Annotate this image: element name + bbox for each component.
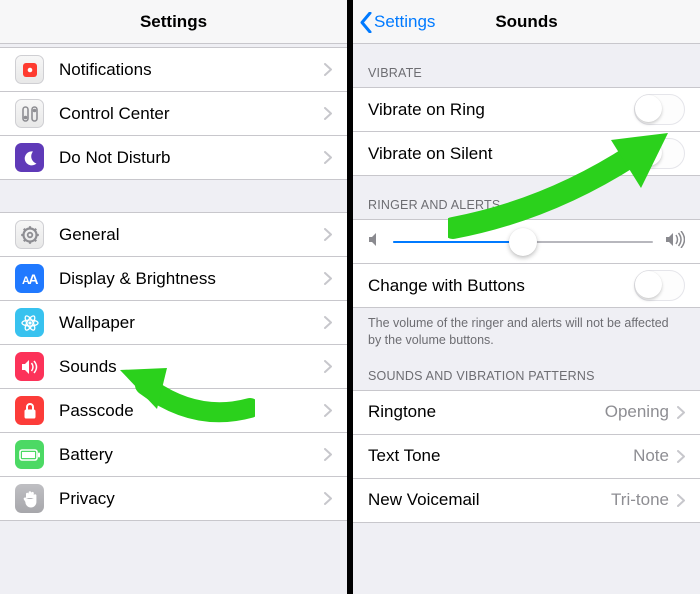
group-header-ringer: Ringer and Alerts	[353, 176, 700, 219]
row-value: Opening	[605, 402, 669, 422]
row-label: Sounds	[59, 357, 324, 377]
row-text-tone[interactable]: Text ToneNote	[353, 435, 700, 479]
nav-title: Settings	[140, 12, 207, 32]
chevron-right-icon	[677, 406, 685, 419]
nav-back-button[interactable]: Settings	[359, 0, 435, 44]
settings-row-battery[interactable]: Battery	[0, 433, 347, 477]
row-vibrate-on-ring[interactable]: Vibrate on Ring	[353, 88, 700, 132]
ringer-footer-note: The volume of the ringer and alerts will…	[353, 308, 700, 357]
settings-group-1: Notifications Control Center Do Not Distur…	[0, 47, 347, 180]
nav-back-label: Settings	[374, 12, 435, 32]
chevron-right-icon	[324, 316, 332, 329]
AA-icon: AA	[15, 264, 44, 293]
battery-icon	[15, 440, 44, 469]
row-label: Vibrate on Silent	[368, 144, 634, 164]
row-label: New Voicemail	[368, 490, 611, 510]
row-label: Display & Brightness	[59, 269, 324, 289]
hand-icon	[15, 484, 44, 513]
row-ringtone[interactable]: RingtoneOpening	[353, 391, 700, 435]
change-with-buttons-toggle[interactable]	[634, 270, 685, 301]
group-header-patterns: Sounds and Vibration Patterns	[353, 357, 700, 390]
vibrate-group: Vibrate on Ring Vibrate on Silent	[353, 87, 700, 176]
moon-icon	[15, 143, 44, 172]
toggle-vibrate-on-silent[interactable]	[634, 138, 685, 169]
chevron-right-icon	[324, 448, 332, 461]
chevron-right-icon	[324, 360, 332, 373]
row-new-voicemail[interactable]: New VoicemailTri-tone	[353, 479, 700, 523]
row-label: Privacy	[59, 489, 324, 509]
settings-row-display-brightness[interactable]: AA Display & Brightness	[0, 257, 347, 301]
chevron-right-icon	[324, 63, 332, 76]
chevron-right-icon	[324, 228, 332, 241]
row-label: Notifications	[59, 60, 324, 80]
volume-slider[interactable]	[393, 241, 653, 243]
speaker-icon	[15, 352, 44, 381]
row-label: Ringtone	[368, 402, 605, 422]
chevron-right-icon	[677, 450, 685, 463]
sounds-pane: Settings Sounds Vibrate Vibrate on RingV…	[353, 0, 700, 594]
nav-header: Settings	[0, 0, 347, 44]
row-value: Note	[633, 446, 669, 466]
settings-row-wallpaper[interactable]: Wallpaper	[0, 301, 347, 345]
volume-slider-row	[353, 220, 700, 264]
notifications-icon	[15, 55, 44, 84]
settings-row-passcode[interactable]: Passcode	[0, 389, 347, 433]
settings-row-control-center[interactable]: Control Center	[0, 92, 347, 136]
gear-icon	[15, 220, 44, 249]
chevron-right-icon	[324, 272, 332, 285]
speaker-high-icon	[665, 231, 685, 253]
chevron-right-icon	[324, 107, 332, 120]
slider-thumb[interactable]	[509, 228, 537, 256]
change-with-buttons-row[interactable]: Change with Buttons	[353, 264, 700, 308]
settings-row-privacy[interactable]: Privacy	[0, 477, 347, 521]
row-label: Text Tone	[368, 446, 633, 466]
chevron-right-icon	[324, 404, 332, 417]
row-value: Tri-tone	[611, 490, 669, 510]
group-header-vibrate: Vibrate	[353, 44, 700, 87]
row-label: Battery	[59, 445, 324, 465]
row-label: Vibrate on Ring	[368, 100, 634, 120]
settings-main-pane: Settings Notifications Control Center Do N…	[0, 0, 347, 594]
row-label: Change with Buttons	[368, 276, 634, 296]
speaker-low-icon	[368, 232, 381, 252]
settings-row-do-not-disturb[interactable]: Do Not Disturb	[0, 136, 347, 180]
row-label: Passcode	[59, 401, 324, 421]
toggle-vibrate-on-ring[interactable]	[634, 94, 685, 125]
row-vibrate-on-silent[interactable]: Vibrate on Silent	[353, 132, 700, 176]
row-label: Wallpaper	[59, 313, 324, 333]
patterns-group: RingtoneOpeningText ToneNoteNew Voicemai…	[353, 390, 700, 523]
settings-group-2: General AA Display & Brightness Wallpaper So…	[0, 212, 347, 521]
ringer-group: Change with Buttons	[353, 219, 700, 308]
chevron-right-icon	[677, 494, 685, 507]
lock-icon	[15, 396, 44, 425]
atom-icon	[15, 308, 44, 337]
settings-row-general[interactable]: General	[0, 213, 347, 257]
chevron-left-icon	[359, 12, 372, 33]
nav-title: Sounds	[495, 12, 557, 32]
chevron-right-icon	[324, 492, 332, 505]
settings-row-sounds[interactable]: Sounds	[0, 345, 347, 389]
chevron-right-icon	[324, 151, 332, 164]
row-label: Control Center	[59, 104, 324, 124]
settings-row-notifications[interactable]: Notifications	[0, 48, 347, 92]
row-label: General	[59, 225, 324, 245]
control-center-icon	[15, 99, 44, 128]
nav-header: Settings Sounds	[353, 0, 700, 44]
row-label: Do Not Disturb	[59, 148, 324, 168]
